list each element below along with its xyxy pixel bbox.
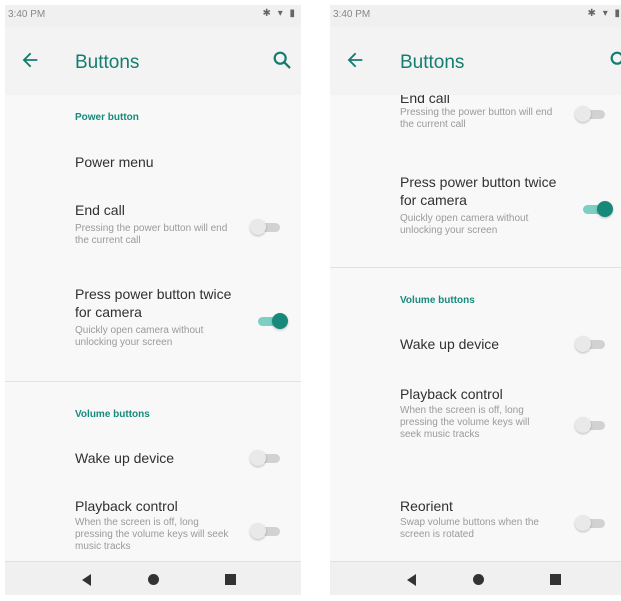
settings-list[interactable]: End call Pressing the power button will … <box>330 95 621 561</box>
setting-title: Playback control <box>400 386 503 402</box>
nav-home-icon[interactable] <box>473 574 484 585</box>
setting-subtitle: Quickly open camera without unlocking yo… <box>400 213 529 236</box>
back-arrow-icon[interactable] <box>19 49 41 71</box>
setting-camera-double-press[interactable]: Press power button twice for camera Quic… <box>330 167 621 259</box>
status-bar: 3:40 PM ✱ ▾ ▮ <box>5 5 301 27</box>
setting-subtitle: When the screen is off, long pressing th… <box>400 405 530 440</box>
setting-end-call[interactable]: End call Pressing the power button will … <box>330 95 621 149</box>
setting-power-menu[interactable]: Power menu <box>5 143 301 183</box>
system-nav-bar <box>5 561 301 595</box>
setting-title: Press power button twice for camera <box>400 174 557 208</box>
nav-recents-icon[interactable] <box>550 574 561 585</box>
system-nav-bar <box>330 561 621 595</box>
wake-up-toggle[interactable] <box>250 448 284 468</box>
end-call-toggle[interactable] <box>575 104 609 124</box>
section-header-power: Power button <box>75 112 139 123</box>
setting-title: Wake up device <box>400 336 500 352</box>
setting-end-call[interactable]: End call Pressing the power button will … <box>5 195 301 265</box>
setting-subtitle: Swap volume buttons when the screen is r… <box>400 517 539 540</box>
camera-toggle[interactable] <box>581 199 615 219</box>
setting-camera-double-press[interactable]: Press power button twice for camera Quic… <box>5 279 301 371</box>
setting-title: End call <box>400 95 450 106</box>
divider <box>5 381 301 382</box>
settings-list[interactable]: Power button Power menu End call Pressin… <box>5 95 301 561</box>
reorient-toggle[interactable] <box>575 513 609 533</box>
nav-back-icon[interactable] <box>82 574 91 586</box>
wake-up-toggle[interactable] <box>575 334 609 354</box>
setting-title: Reorient <box>400 498 453 514</box>
setting-title: Wake up device <box>75 450 175 466</box>
setting-subtitle: Pressing the power button will end the c… <box>75 223 228 246</box>
playback-toggle[interactable] <box>575 415 609 435</box>
status-time: 3:40 PM <box>333 9 371 20</box>
status-icons: ✱ ▾ ▮ <box>262 8 297 19</box>
camera-toggle[interactable] <box>256 311 290 331</box>
search-icon[interactable] <box>271 49 293 71</box>
nav-back-icon[interactable] <box>407 574 416 586</box>
app-bar: Buttons <box>5 27 301 95</box>
setting-subtitle: When the screen is off, long pressing th… <box>75 517 229 552</box>
setting-wake-up[interactable]: Wake up device <box>330 323 621 363</box>
app-bar: Buttons <box>330 27 621 95</box>
setting-subtitle: Quickly open camera without unlocking yo… <box>75 325 204 348</box>
section-header-volume: Volume buttons <box>75 409 150 420</box>
setting-title: Power menu <box>75 154 154 170</box>
setting-playback-control[interactable]: Playback control When the screen is off,… <box>5 493 301 561</box>
setting-title: Press power button twice for camera <box>75 286 232 320</box>
status-icons: ✱ ▾ ▮ <box>587 8 621 19</box>
status-time: 3:40 PM <box>8 9 46 20</box>
playback-toggle[interactable] <box>250 521 284 541</box>
setting-playback-control[interactable]: Playback control When the screen is off,… <box>330 381 621 471</box>
page-title: Buttons <box>400 52 465 73</box>
back-arrow-icon[interactable] <box>344 49 366 71</box>
status-bar: 3:40 PM ✱ ▾ ▮ <box>330 5 621 27</box>
page-title: Buttons <box>75 52 140 73</box>
nav-home-icon[interactable] <box>148 574 159 585</box>
phone-screen-right: 3:40 PM ✱ ▾ ▮ Buttons End call Pressing … <box>330 5 621 595</box>
end-call-toggle[interactable] <box>250 217 284 237</box>
setting-wake-up[interactable]: Wake up device <box>5 437 301 477</box>
setting-reorient[interactable]: Reorient Swap volume buttons when the sc… <box>330 493 621 553</box>
setting-title: Playback control <box>75 498 178 514</box>
section-header-volume: Volume buttons <box>400 295 475 306</box>
setting-subtitle: Pressing the power button will end the c… <box>400 107 553 130</box>
search-icon[interactable] <box>608 49 621 71</box>
divider <box>330 267 621 268</box>
phone-screen-left: 3:40 PM ✱ ▾ ▮ Buttons Power button Power… <box>5 5 301 595</box>
setting-title: End call <box>75 202 125 218</box>
nav-recents-icon[interactable] <box>225 574 236 585</box>
